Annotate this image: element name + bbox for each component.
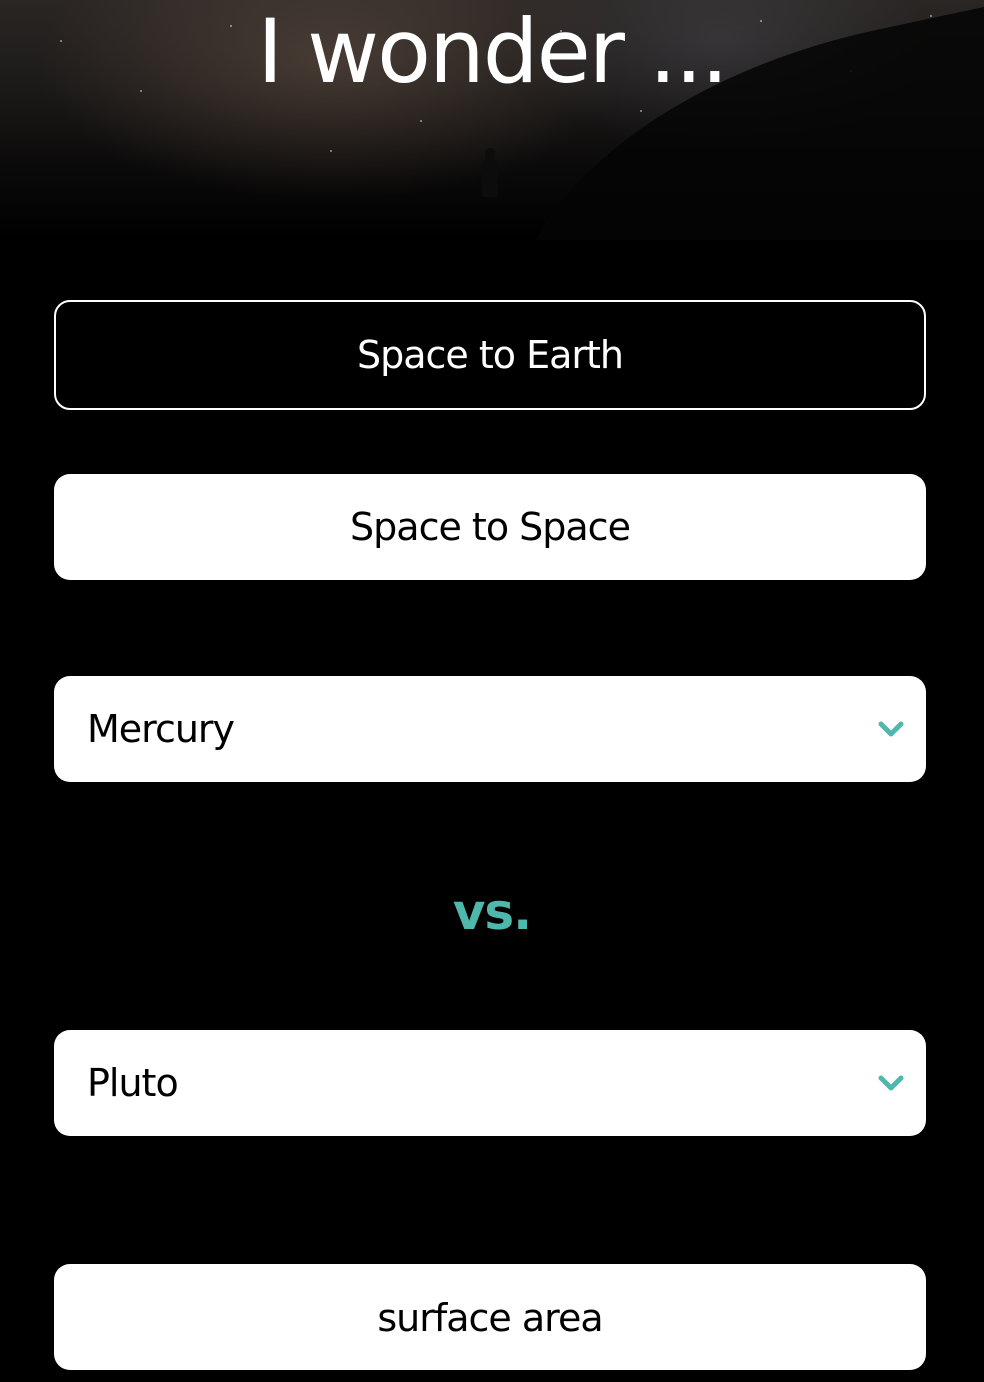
star [640,110,642,112]
star [330,150,332,152]
first-body-select[interactable]: Mercury [54,676,926,782]
chevron-down-icon [878,1075,904,1091]
metric-button-surface-area[interactable]: surface area [54,1264,926,1370]
second-body-select-value: Pluto [87,1061,179,1105]
versus-label: vs. [452,883,532,941]
page-title: I wonder ... [257,0,729,103]
second-body-select[interactable]: Pluto [54,1030,926,1136]
space-to-space-button[interactable]: Space to Space [54,474,926,580]
star [420,120,422,122]
space-to-earth-button[interactable]: Space to Earth [54,300,926,410]
chevron-down-icon [878,721,904,737]
person-silhouette [480,148,500,198]
first-body-select-value: Mercury [87,707,235,751]
